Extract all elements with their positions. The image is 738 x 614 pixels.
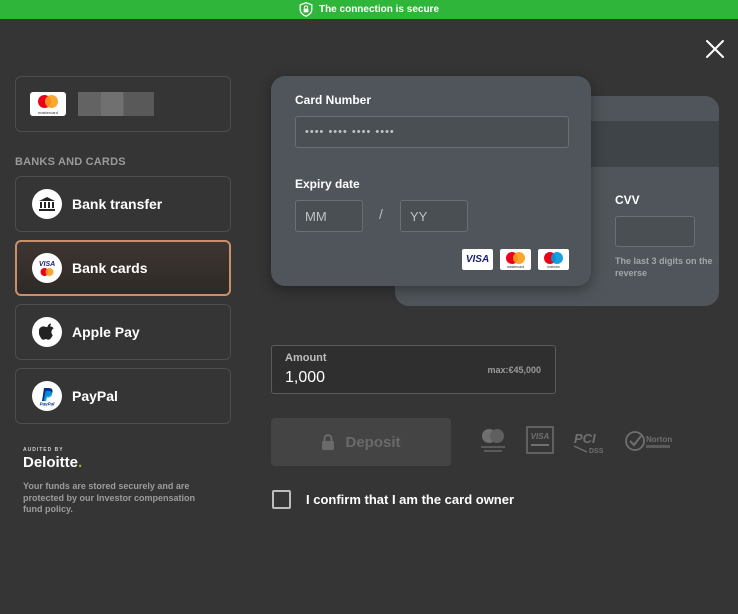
mastercard-securecode-icon — [481, 429, 505, 452]
verified-by-visa-icon: VISA — [526, 426, 554, 454]
accepted-card-brands: VISA mastercard maestro — [462, 249, 569, 270]
audit-info: AUDITED BY Deloitte. Your funds are stor… — [23, 447, 213, 516]
visa-logo-icon: VISA — [462, 249, 493, 270]
card-number-label: Card Number — [295, 93, 372, 107]
method-label: PayPal — [72, 388, 118, 404]
bank-icon — [32, 189, 62, 219]
cvv-input[interactable] — [615, 216, 695, 247]
deloitte-logo-text: Deloitte — [23, 454, 79, 471]
cvv-label: CVV — [615, 193, 640, 207]
card-front-panel: Card Number •••• •••• •••• •••• Expiry d… — [271, 76, 591, 286]
svg-text:VISA: VISA — [39, 261, 55, 268]
method-paypal[interactable]: PayPal PayPal — [15, 368, 231, 424]
audited-by-label: AUDITED BY — [23, 447, 64, 453]
close-icon — [706, 40, 724, 58]
deloitte-logo-dot: . — [78, 454, 83, 471]
masked-card-number — [78, 92, 154, 116]
card-owner-checkbox[interactable] — [272, 490, 291, 509]
deposit-button[interactable]: Deposit — [271, 418, 451, 466]
card-owner-confirmation: I confirm that I am the card owner — [272, 490, 514, 509]
deposit-label: Deposit — [345, 433, 401, 451]
mastercard-logo-icon: mastercard — [30, 92, 66, 116]
cvv-hint: The last 3 digits on the reverse — [615, 256, 713, 278]
method-bank-transfer[interactable]: Bank transfer — [15, 176, 231, 232]
funds-protection-note: Your funds are stored securely and are p… — [23, 481, 196, 514]
secure-banner-text: The connection is secure — [318, 4, 440, 15]
expiry-year-input[interactable]: YY — [400, 200, 468, 232]
norton-secured-icon: Norton — [625, 431, 672, 451]
security-logos: VISA PCI DSS Norton — [478, 426, 676, 456]
method-label: Apple Pay — [72, 324, 140, 340]
mastercard-logo-text: mastercard — [506, 265, 525, 269]
close-button[interactable] — [704, 38, 726, 60]
expiry-separator: / — [379, 206, 383, 222]
maestro-logo-icon: maestro — [538, 249, 569, 270]
pci-dss-icon: PCI DSS — [573, 431, 604, 455]
secure-connection-banner: The connection is secure — [0, 0, 738, 19]
apple-icon — [32, 317, 62, 347]
svg-text:PCI: PCI — [574, 431, 596, 446]
mastercard-logo-icon: mastercard — [500, 249, 531, 270]
svg-text:PayPal: PayPal — [40, 402, 56, 407]
maestro-logo-text: maestro — [547, 265, 560, 269]
amount-value[interactable]: 1,000 — [285, 369, 325, 387]
card-number-input[interactable]: •••• •••• •••• •••• — [295, 116, 569, 148]
amount-field[interactable]: Amount 1,000 max:€45,000 — [271, 345, 556, 394]
method-label: Bank transfer — [72, 196, 163, 212]
amount-label: Amount — [285, 352, 327, 364]
section-label-banks-cards: BANKS AND CARDS — [15, 156, 126, 168]
deloitte-logo: Deloitte. — [23, 454, 213, 471]
method-label: Bank cards — [72, 260, 148, 276]
svg-text:Norton: Norton — [646, 435, 672, 444]
mastercard-logo-text: mastercard — [37, 110, 58, 115]
expiry-date-label: Expiry date — [295, 177, 360, 191]
lock-icon — [322, 434, 335, 450]
method-bank-cards[interactable]: VISA Bank cards — [15, 240, 231, 296]
svg-text:VISA: VISA — [531, 432, 550, 441]
amount-max-hint: max:€45,000 — [487, 365, 541, 375]
saved-card-item[interactable]: mastercard — [15, 76, 231, 132]
method-apple-pay[interactable]: Apple Pay — [15, 304, 231, 360]
paypal-icon: PayPal — [32, 381, 62, 411]
visa-mastercard-icon: VISA — [32, 253, 62, 283]
expiry-month-input[interactable]: MM — [295, 200, 363, 232]
shield-lock-icon — [299, 2, 313, 17]
card-owner-label[interactable]: I confirm that I am the card owner — [306, 492, 514, 507]
svg-text:DSS: DSS — [589, 448, 604, 455]
